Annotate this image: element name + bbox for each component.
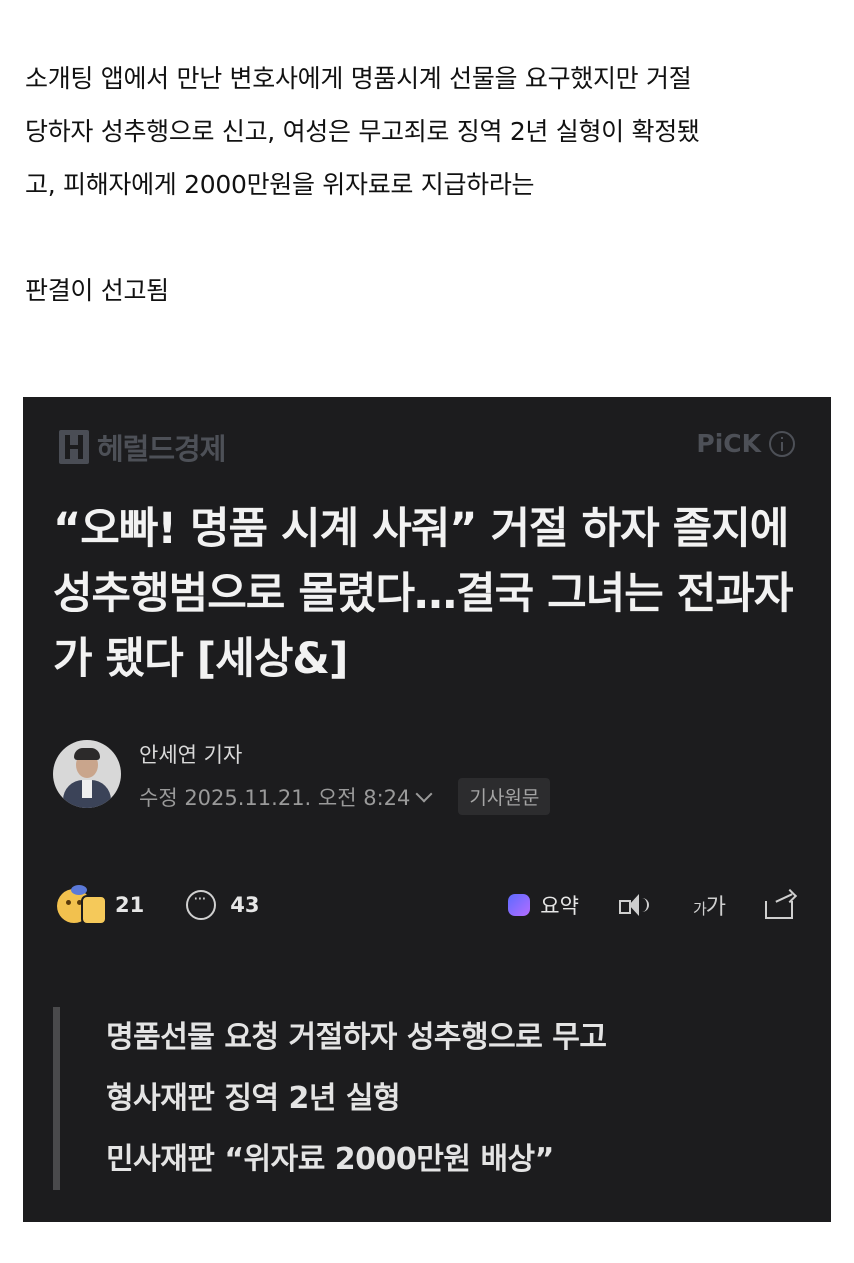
intro-line: 판결이 선고됨 (25, 276, 169, 305)
author-section: 안세연 기자 수정 2025.11.21. 오전 8:24 기사원문 (53, 740, 551, 815)
info-icon[interactable] (769, 430, 795, 457)
chevron-down-icon[interactable] (415, 785, 433, 802)
modified-timestamp: 수정 2025.11.21. 오전 8:24 (139, 785, 411, 810)
speaker-icon[interactable] (618, 892, 649, 918)
font-size-button[interactable]: 가가 (693, 889, 726, 921)
comment-count: 43 (230, 893, 260, 917)
article-summary: 명품선물 요청 거절하자 성추행으로 무고 형사재판 징역 2년 실형 민사재판… (53, 1007, 831, 1190)
intro-line: 고, 피해자에게 2000만원을 위자료로 지급하라는 (25, 170, 535, 199)
reaction-emoji-icon[interactable] (57, 885, 111, 925)
intro-line: 당하자 성추행으로 신고, 여성은 무고죄로 징역 2년 실형이 확정됐 (25, 117, 700, 146)
share-icon[interactable] (765, 888, 798, 919)
intro-line: 소개팅 앱에서 만난 변호사에게 명품시계 선물을 요구했지만 거절 (25, 64, 692, 93)
original-article-button[interactable]: 기사원문 (458, 778, 551, 815)
pick-badge[interactable]: PiCK (696, 429, 795, 458)
author-name[interactable]: 안세연 기자 (139, 740, 550, 770)
article-toolbar: 21 43 요약 가가 (57, 883, 798, 927)
summary-button[interactable]: 요약 (540, 890, 579, 920)
summary-line: 형사재판 징역 2년 실형 (106, 1081, 401, 1116)
author-avatar[interactable] (53, 740, 121, 808)
news-article-screenshot: 헤럴드경제 PiCK “오빠! 명품 시계 사줘” 거절 하자 졸지에 성추행범… (23, 397, 831, 1222)
pick-label: PiCK (696, 429, 761, 458)
comment-icon[interactable] (186, 889, 217, 920)
publisher-logo[interactable]: 헤럴드경제 (59, 427, 226, 467)
post-body-text: 소개팅 앱에서 만난 변호사에게 명품시계 선물을 요구했지만 거절 당하자 성… (25, 52, 835, 317)
screenshot-page: 소개팅 앱에서 만난 변호사에게 명품시계 선물을 요구했지만 거절 당하자 성… (0, 0, 854, 1263)
publisher-mark-icon (59, 430, 89, 464)
summary-line: 민사재판 “위자료 2000만원 배상” (106, 1142, 554, 1177)
ai-summary-icon[interactable] (508, 894, 531, 916)
publisher-name: 헤럴드경제 (97, 432, 226, 466)
summary-line: 명품선물 요청 거절하자 성추행으로 무고 (106, 1020, 607, 1055)
reaction-count: 21 (115, 893, 145, 917)
article-headline: “오빠! 명품 시계 사줘” 거절 하자 졸지에 성추행범으로 몰렸다…결국 그… (53, 504, 793, 684)
